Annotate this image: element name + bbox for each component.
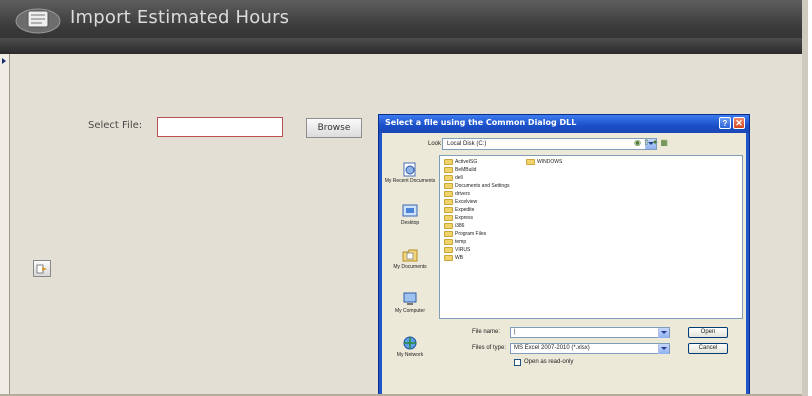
dialog-body: Look in: Local Disk (C:) ◉⇧✦▦ My Recent …: [382, 133, 746, 395]
file-type-label: Files of type:: [472, 345, 507, 351]
folder-icon: [444, 222, 453, 229]
access-form-window: Import Estimated Hours Select File: Brow…: [0, 0, 808, 396]
file-name-input[interactable]: |: [510, 327, 670, 338]
form-icon: [15, 8, 61, 34]
folder-icon: [444, 174, 453, 181]
select-file-label: Select File:: [88, 120, 143, 131]
dialog-title: Select a file using the Common Dialog DL…: [385, 118, 577, 127]
list-item[interactable]: WB: [444, 254, 463, 262]
file-type-dropdown[interactable]: MS Excel 2007-2010 (*.xlsx): [510, 343, 670, 354]
folder-icon: [526, 158, 535, 165]
current-record-arrow-icon: [2, 58, 6, 64]
list-item[interactable]: drivers: [444, 190, 470, 198]
place-desktop[interactable]: Desktop: [384, 203, 436, 226]
open-read-only-label: Open as read-only: [524, 359, 574, 365]
import-run-button[interactable]: [33, 260, 51, 277]
my-network-icon: [403, 336, 417, 350]
cancel-button[interactable]: Cancel: [688, 343, 728, 354]
file-name-value: |: [514, 329, 516, 335]
close-button[interactable]: ✕: [733, 117, 745, 129]
list-item[interactable]: VIRUS: [444, 246, 470, 254]
list-item[interactable]: ActiveISG: [444, 158, 477, 166]
look-in-value: Local Disk (C:): [447, 141, 487, 147]
view-menu-icon[interactable]: ▦: [660, 138, 670, 147]
list-item[interactable]: BeMBuild: [444, 166, 476, 174]
chevron-down-icon[interactable]: [658, 344, 669, 354]
look-in-dropdown[interactable]: Local Disk (C:): [442, 138, 657, 150]
dialog-toolbar: ◉⇧✦▦: [634, 138, 670, 147]
help-button[interactable]: ?: [719, 117, 731, 129]
list-item[interactable]: Express: [444, 214, 473, 222]
folder-icon: [444, 158, 453, 165]
folder-icon: [444, 246, 453, 253]
form-header: Import Estimated Hours: [0, 0, 808, 38]
my-computer-icon: [403, 292, 417, 305]
folder-icon: [444, 230, 453, 237]
place-my-recent-documents[interactable]: My Recent Documents: [384, 161, 436, 184]
list-item[interactable]: Documents and Settings: [444, 182, 509, 190]
list-item[interactable]: Expedite: [444, 206, 474, 214]
form-title: Import Estimated Hours: [70, 7, 290, 28]
folder-icon: [444, 166, 453, 173]
folder-icon: [444, 254, 453, 261]
open-read-only-checkbox[interactable]: [514, 359, 521, 366]
import-arrow-icon: [36, 264, 47, 274]
place-my-computer[interactable]: My Computer: [384, 291, 436, 314]
up-folder-icon[interactable]: ⇧: [643, 138, 652, 147]
list-item[interactable]: temp: [444, 238, 466, 246]
list-item[interactable]: i386: [444, 222, 464, 230]
list-item[interactable]: dell: [444, 174, 463, 182]
back-icon[interactable]: ◉: [634, 138, 643, 147]
folder-icon: [444, 206, 453, 213]
file-open-dialog: Select a file using the Common Dialog DL…: [378, 114, 750, 396]
folder-icon: [444, 190, 453, 197]
browse-button[interactable]: Browse: [306, 118, 362, 138]
list-item[interactable]: Excelview: [444, 198, 477, 206]
folder-icon: [444, 198, 453, 205]
file-path-input[interactable]: [157, 117, 283, 137]
list-item[interactable]: Program Files: [444, 230, 486, 238]
recent-documents-icon: [403, 162, 416, 177]
open-button[interactable]: Open: [688, 327, 728, 338]
place-my-network[interactable]: My Network: [384, 335, 436, 358]
place-my-documents[interactable]: My Documents: [384, 247, 436, 270]
header-divider: [0, 38, 808, 54]
my-documents-icon: [402, 249, 418, 262]
folder-icon: [444, 182, 453, 189]
list-item[interactable]: WINDOWS: [526, 158, 562, 166]
file-type-value: MS Excel 2007-2010 (*.xlsx): [514, 345, 590, 351]
places-bar: My Recent Documents Desktop My Documents…: [384, 157, 436, 395]
record-selector[interactable]: [0, 54, 10, 396]
chevron-down-icon[interactable]: [658, 328, 669, 338]
folder-icon: [444, 214, 453, 221]
file-name-label: File name:: [472, 329, 501, 335]
desktop-icon: [402, 204, 418, 217]
file-list[interactable]: ActiveISG BeMBuild dell Documents and Se…: [439, 155, 743, 319]
folder-icon: [444, 238, 453, 245]
window-right-edge: [802, 0, 808, 396]
dialog-titlebar[interactable]: Select a file using the Common Dialog DL…: [379, 115, 749, 133]
